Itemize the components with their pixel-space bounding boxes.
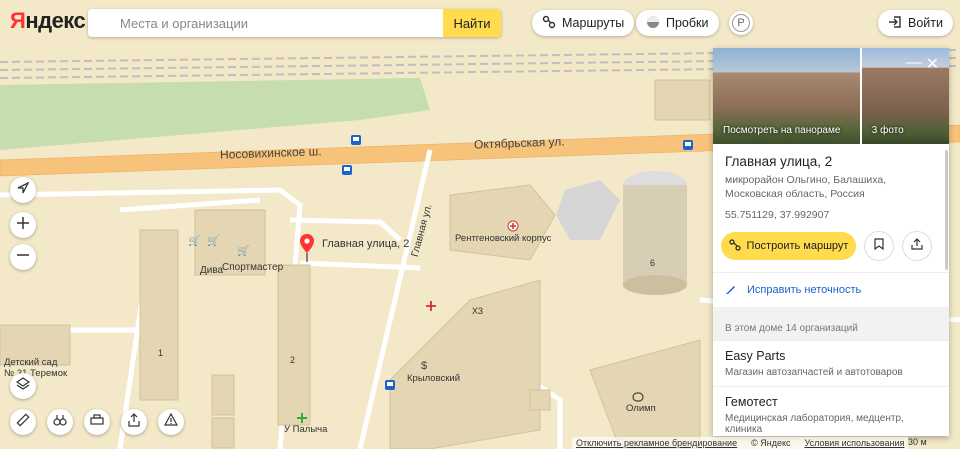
shop-cart-icon[interactable]: 🛒 [237, 246, 249, 257]
organization-item[interactable]: Гемотест Медицинская лаборатория, медцен… [713, 386, 949, 436]
routes-button[interactable]: Маршруты [532, 10, 635, 36]
zoom-out-icon [17, 248, 29, 266]
traffic-button[interactable]: Пробки [636, 10, 719, 36]
parking-button[interactable]: P [729, 11, 753, 35]
search-input[interactable] [88, 10, 443, 36]
layers-button[interactable] [10, 373, 36, 399]
poi-label-xray[interactable]: Рентгеновский корпус [455, 233, 551, 244]
bus-stop-icon[interactable] [682, 138, 694, 150]
build-route-label: Построить маршрут [746, 240, 849, 252]
organization-description: Магазин автозапчастей и автотоваров [725, 367, 903, 378]
share-icon [911, 237, 923, 255]
close-icon[interactable]: ✕ [926, 54, 939, 74]
bus-stop-icon[interactable] [384, 378, 396, 390]
ruler-button[interactable] [10, 409, 36, 435]
traffic-icon [646, 15, 660, 32]
place-address: микрорайон Ольгино, Балашиха, Московская… [725, 174, 887, 200]
share-place-button[interactable] [902, 231, 932, 261]
layers-icon [15, 376, 31, 396]
share-icon [127, 412, 141, 432]
photos-count: 3 фото [871, 125, 904, 136]
parking-icon: P [732, 14, 750, 32]
fix-inaccuracy-label: Исправить неточность [747, 284, 862, 296]
search-bar: Найти [88, 9, 501, 37]
house-number-1: 1 [158, 348, 164, 358]
my-location-button[interactable] [10, 177, 36, 203]
house-number-x3: Х3 [472, 306, 484, 316]
build-route-button[interactable]: Построить маршрут [721, 232, 856, 260]
report-button[interactable] [158, 409, 184, 435]
copyright-text: © Яндекс [751, 438, 791, 448]
panorama-icon [53, 413, 67, 432]
print-icon [90, 413, 104, 432]
house-number-6: 6 [650, 258, 656, 268]
organization-description: Медицинская лаборатория, медцентр, клини… [725, 413, 904, 435]
sports-icon[interactable] [632, 389, 644, 407]
hospital-icon[interactable] [507, 219, 519, 237]
place-actions: Построить маршрут [713, 221, 949, 261]
search-button[interactable]: Найти [443, 9, 501, 37]
ruler-icon [16, 412, 30, 432]
poi-label-diva[interactable]: Дива [200, 265, 223, 276]
place-coordinates[interactable]: 55.751129, 37.992907 [713, 201, 949, 221]
panorama-photo[interactable]: Посмотреть на панораме [713, 48, 860, 144]
shop-cart-icon[interactable]: 🛒 [188, 236, 200, 247]
marker-label: Главная улица, 2 [322, 238, 410, 250]
photos-thumbnail[interactable]: 3 фото — ✕ [861, 48, 949, 144]
warning-icon [163, 412, 179, 432]
map-footer: Отключить рекламное брендирование © Янде… [572, 437, 909, 449]
bank-icon[interactable]: $ [421, 360, 427, 372]
panel-scrollbar[interactable] [945, 150, 948, 270]
print-button[interactable] [84, 409, 110, 435]
zoom-in-button[interactable] [10, 212, 36, 238]
bookmark-icon [874, 237, 884, 255]
login-label: Войти [908, 16, 943, 30]
poi-label-krylovsky[interactable]: Крыловский [407, 373, 460, 384]
share-button[interactable] [121, 409, 147, 435]
place-card-panel: Посмотреть на панораме 3 фото — ✕ Главна… [713, 48, 949, 436]
section-divider [713, 307, 949, 317]
poi-label-sportmaster[interactable]: Спортмастер [222, 262, 283, 273]
organizations-count: В этом доме 14 организаций [713, 317, 949, 340]
pencil-icon [725, 283, 737, 298]
organization-item[interactable]: Easy Parts Магазин автозапчастей и автот… [713, 340, 949, 386]
minimize-icon[interactable]: — [906, 54, 922, 72]
map-scale: 30 м [908, 437, 927, 447]
bookmark-button[interactable] [864, 231, 894, 261]
routes-label: Маршруты [562, 16, 625, 30]
login-button[interactable]: Войти [878, 10, 953, 36]
route-icon [728, 238, 741, 254]
organization-name: Easy Parts [725, 349, 786, 363]
terms-link[interactable]: Условия использования [805, 438, 905, 448]
subway-bus-icon[interactable] [350, 133, 362, 145]
shop-cart-icon[interactable]: 🛒 [207, 236, 219, 247]
panorama-caption: Посмотреть на панораме [723, 125, 841, 136]
zoom-in-icon [17, 216, 29, 234]
fix-inaccuracy-link[interactable]: Исправить неточность [713, 272, 949, 307]
location-icon [17, 181, 30, 199]
hospital-icon[interactable] [425, 299, 437, 317]
disable-ads-link[interactable]: Отключить рекламное брендирование [576, 438, 737, 448]
poi-label-kindergarten[interactable]: Детский сад [4, 357, 57, 368]
location-pin-marker[interactable] [300, 234, 314, 267]
yandex-logo[interactable]: Яндекс [10, 8, 86, 34]
place-title: Главная улица, 2 [725, 154, 833, 169]
traffic-label: Пробки [666, 16, 709, 30]
scale-label: 30 м [908, 437, 927, 447]
routes-icon [542, 15, 556, 32]
zoom-out-button[interactable] [10, 244, 36, 270]
photo-gallery: Посмотреть на панораме 3 фото — ✕ [713, 48, 949, 144]
pharmacy-icon[interactable] [296, 411, 308, 429]
house-number-2: 2 [290, 355, 296, 365]
login-icon [888, 15, 902, 32]
panorama-button[interactable] [47, 409, 73, 435]
bus-stop-icon[interactable] [341, 163, 353, 175]
organization-name: Гемотест [725, 395, 778, 409]
